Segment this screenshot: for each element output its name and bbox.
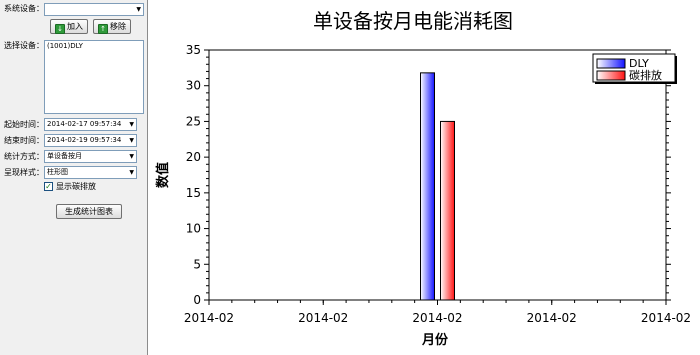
plot-frame bbox=[208, 49, 667, 301]
chevron-down-icon: ▼ bbox=[136, 6, 141, 13]
x-axis-label: 月份 bbox=[421, 332, 449, 348]
bar-碳排放 bbox=[440, 120, 455, 301]
add-button-label: 加入 bbox=[67, 22, 83, 31]
legend-swatch bbox=[596, 58, 626, 69]
remove-button-label: 移除 bbox=[110, 22, 126, 31]
chevron-down-icon: ▼ bbox=[129, 121, 134, 128]
y-axis-label: 数值 bbox=[155, 162, 171, 188]
y-tick-label: 0 bbox=[193, 293, 201, 307]
legend-swatch bbox=[596, 70, 626, 81]
bar-chart: 单设备按月电能消耗图 0 5 10 15 20 25 30 35 2014-02 2014-02 2… bbox=[155, 9, 691, 348]
y-tick-label: 30 bbox=[186, 79, 201, 93]
legend: DLY碳排放 bbox=[592, 53, 677, 84]
chart-title: 单设备按月电能消耗图 bbox=[313, 9, 513, 33]
show-carbon-label: 显示碳排放 bbox=[56, 182, 96, 191]
add-button[interactable]: ↓ 加入 bbox=[50, 19, 88, 34]
arrow-down-icon: ↓ bbox=[55, 24, 65, 34]
legend-label: 碳排放 bbox=[629, 68, 662, 82]
chevron-down-icon: ▼ bbox=[129, 137, 134, 144]
system-device-label: 系统设备： bbox=[4, 4, 44, 13]
start-time-picker[interactable]: 2014-02-17 09:57:34 ▼ bbox=[44, 118, 137, 131]
y-tick-label: 25 bbox=[186, 114, 201, 128]
system-device-select[interactable]: ▼ bbox=[44, 3, 144, 16]
show-carbon-checkbox[interactable]: ✓ bbox=[44, 182, 53, 191]
start-time-value: 2014-02-17 09:57:34 bbox=[47, 120, 122, 128]
end-time-picker[interactable]: 2014-02-19 09:57:34 ▼ bbox=[44, 134, 137, 147]
chart-area: 单设备按月电能消耗图 0 5 10 15 20 25 30 35 2014-02 2014-02 2… bbox=[149, 0, 700, 355]
x-tick-label: 2014-02 bbox=[412, 311, 462, 325]
end-time-value: 2014-02-19 09:57:34 bbox=[47, 136, 122, 144]
generate-chart-label: 生成统计图表 bbox=[65, 207, 113, 216]
device-list[interactable]: (1001)DLY bbox=[44, 40, 144, 114]
arrow-up-icon: ↑ bbox=[98, 24, 108, 34]
x-tick-label: 2014-02 bbox=[641, 311, 691, 325]
checkmark-icon: ✓ bbox=[45, 182, 52, 191]
stat-mode-select[interactable]: 单设备按月 ▼ bbox=[44, 150, 137, 163]
bar-DLY bbox=[420, 72, 435, 301]
style-label: 呈现样式： bbox=[4, 168, 44, 177]
start-time-label: 起始时间： bbox=[4, 120, 44, 129]
y-tick-label: 15 bbox=[186, 186, 201, 200]
control-panel: 系统设备： ▼ ↓ 加入 ↑ 移除 选择设备： (1001)DLY 起始时间： 20… bbox=[0, 0, 148, 355]
chevron-down-icon: ▼ bbox=[129, 169, 134, 176]
remove-button[interactable]: ↑ 移除 bbox=[93, 19, 131, 34]
stat-mode-value: 单设备按月 bbox=[47, 152, 82, 160]
x-tick-label: 2014-02 bbox=[527, 311, 577, 325]
y-tick-label: 5 bbox=[193, 257, 201, 271]
generate-chart-button[interactable]: 生成统计图表 bbox=[56, 204, 122, 219]
chevron-down-icon: ▼ bbox=[129, 153, 134, 160]
select-device-label: 选择设备： bbox=[4, 41, 44, 50]
list-item[interactable]: (1001)DLY bbox=[47, 42, 141, 50]
y-tick-label: 35 bbox=[186, 43, 201, 57]
y-tick-label: 10 bbox=[186, 222, 201, 236]
style-select[interactable]: 柱形图 ▼ bbox=[44, 166, 137, 179]
x-tick-label: 2014-02 bbox=[298, 311, 348, 325]
stat-mode-label: 统计方式： bbox=[4, 152, 44, 161]
end-time-label: 结束时间： bbox=[4, 136, 44, 145]
plot-area: 0 5 10 15 20 25 30 35 2014-02 2014-02 2014-02 2014-… bbox=[184, 43, 691, 325]
style-value: 柱形图 bbox=[47, 168, 68, 176]
y-tick-label: 20 bbox=[186, 150, 201, 164]
x-tick-label: 2014-02 bbox=[184, 311, 234, 325]
